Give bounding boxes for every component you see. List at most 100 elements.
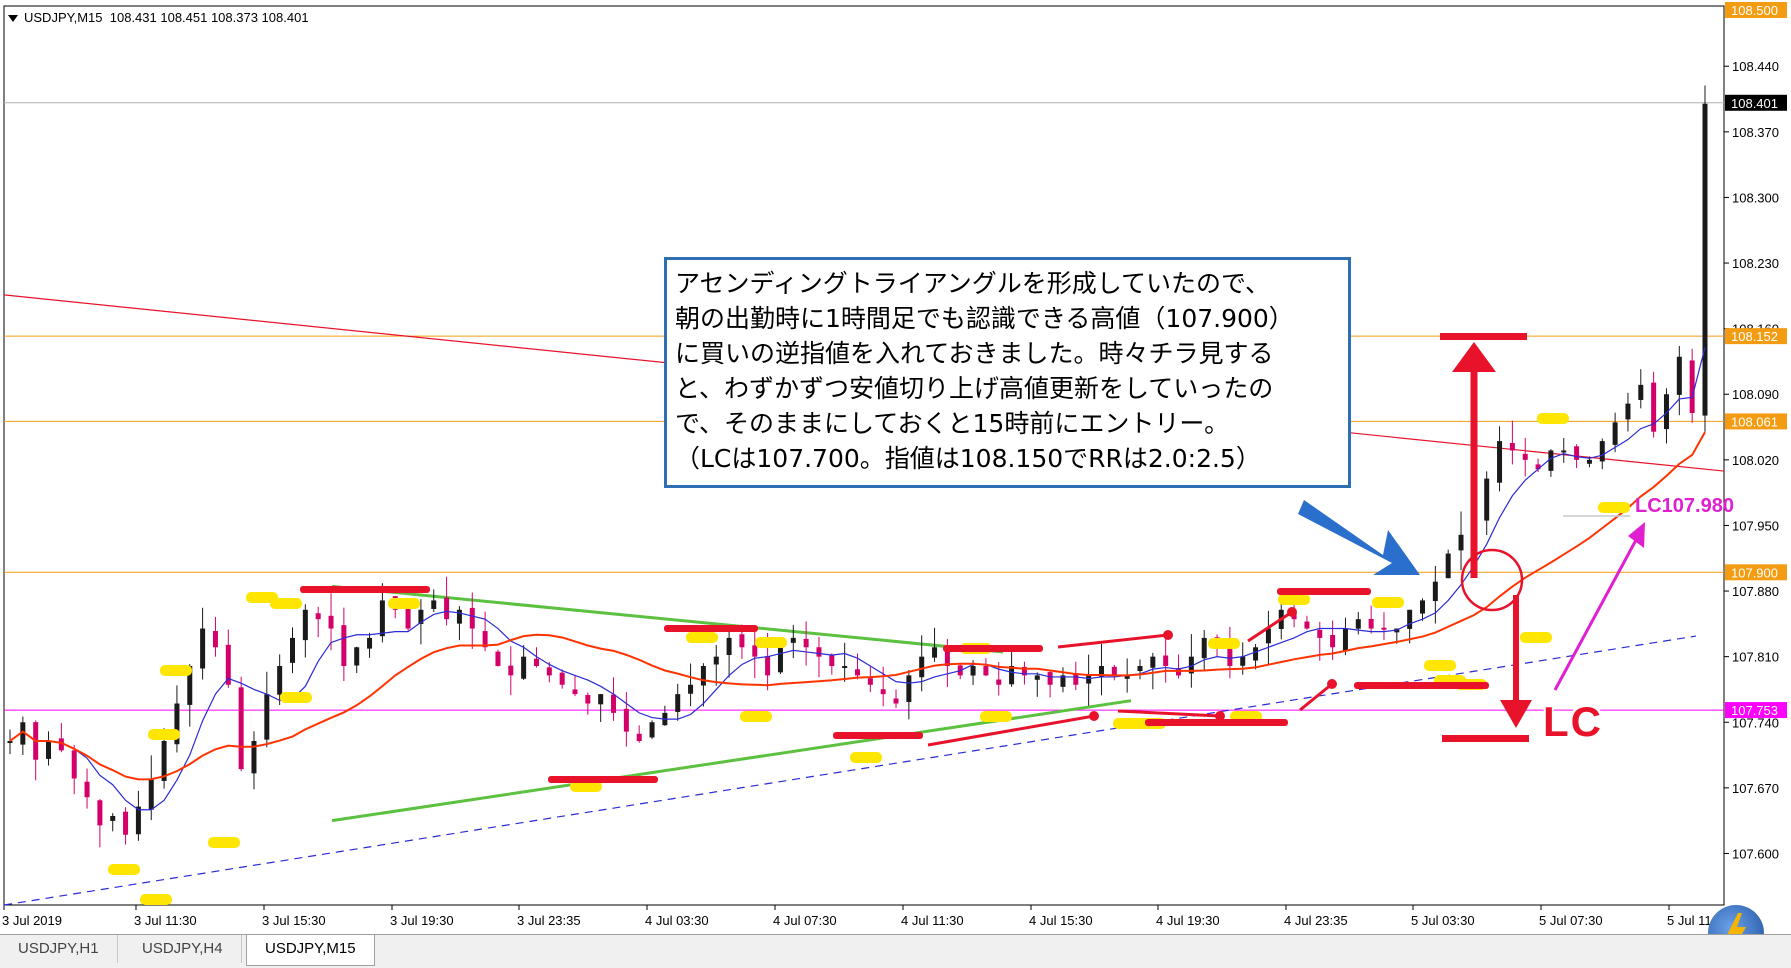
y-tick-label: 107.810 [1732,650,1779,665]
candle-body [405,608,411,629]
candle-body [354,647,360,666]
candle-body [1111,666,1117,676]
y-tick-label: 107.670 [1732,781,1779,796]
candle-body [264,694,270,740]
candle-body [431,600,437,609]
lc-target-label: LC107.980 [1635,495,1734,517]
swing-marker [1520,632,1552,643]
candle-body [1265,628,1271,644]
swing-marker [1208,638,1240,649]
candle-body [1625,403,1631,420]
candle-body [212,631,218,648]
candle-body [752,645,758,657]
candle-body [1484,478,1490,521]
candle-body [341,625,347,667]
candle-body [1304,621,1310,629]
candle-body [1522,453,1528,460]
candle-body [996,679,1002,685]
candle-body [1599,441,1605,462]
lc-label: LC [1543,698,1603,745]
y-tick-label: 108.300 [1732,190,1779,205]
candle-body [328,615,334,629]
y-tick-label: 107.600 [1732,846,1779,861]
green-trendline [331,584,1004,654]
price-tag-label: 108.061 [1731,414,1778,429]
candle-body [1702,103,1708,416]
chart-title: USDJPY,M15 108.431 108.451 108.373 108.4… [8,10,309,25]
candle-body [7,740,13,743]
y-tick-label: 108.370 [1732,125,1779,140]
red-arrow-head [1215,711,1225,721]
annotation-line: （LCは107.700。指値は108.150でRRは2.0:2.5） [675,444,1261,473]
candle-body [790,637,796,643]
candle-body [200,628,206,669]
candle-body [739,634,745,648]
candle-body [444,597,450,620]
candle-body [1342,628,1348,652]
tab-usdjpy-m15[interactable]: USDJPY,M15 [246,935,375,966]
annotation-box: アセンディングトライアングルを形成していたので、 朝の出勤時に1時間足でも認識で… [664,257,1351,488]
magenta-arrowhead-icon [1628,522,1645,548]
red-arrow-line [1299,682,1333,712]
candle-body [816,647,822,657]
candle-body [1574,446,1580,460]
swing-marker [686,632,718,643]
candle-body [675,694,681,712]
red-arrow-head [1163,630,1173,640]
x-tick-label: 4 Jul 19:30 [1156,913,1220,928]
x-tick-label: 3 Jul 2019 [2,913,62,928]
candle-body [1034,675,1040,680]
candle-body [1548,450,1554,471]
magenta-arrow-line [1553,539,1638,691]
collapse-triangle-icon[interactable] [8,15,18,23]
x-tick-label: 5 Jul 07:30 [1539,913,1603,928]
candle-body [1638,384,1644,400]
red-arrow-head [1327,679,1337,689]
red-arrow-line [1057,633,1169,649]
resistance-bar [943,645,1043,652]
blue-arrow-icon [1298,500,1420,575]
candle-body [290,637,295,663]
candle-body [71,750,77,779]
candle-body [777,647,783,673]
swing-marker [270,598,302,609]
annotation-line: と、わずかずつ安値切り上げ高値更新をしていったの [675,374,1274,403]
annotation-line: アセンディングトライアングルを形成していたので、 [675,269,1271,298]
x-tick-label: 3 Jul 11:30 [134,913,197,928]
candle-body [148,778,154,810]
tab-usdjpy-h1[interactable]: USDJPY,H1 [0,935,118,963]
price-tag-label: 108.152 [1731,329,1778,344]
price-tag-label: 107.753 [1731,703,1778,718]
candle-body [533,658,539,667]
resistance-bar [300,586,430,593]
swing-marker [1598,502,1630,513]
candle-body [97,800,103,826]
candle-body [1368,618,1374,629]
y-tick-label: 107.880 [1732,584,1779,599]
candle-body [1086,675,1092,684]
tab-usdjpy-h4[interactable]: USDJPY,H4 [124,935,242,963]
candle-body [1420,600,1425,614]
swing-marker [160,665,192,676]
stop-bar [1442,735,1529,742]
candle-body [46,740,52,759]
swing-marker [1372,597,1404,608]
candle-body [932,647,938,658]
entry-circle [1460,548,1524,612]
candle-body [84,781,90,798]
annotation-line: に買いの逆指値を入れておきました。時々チラ見する [675,339,1274,368]
swing-marker [208,837,240,848]
candle-body [1047,672,1053,685]
candle-body [1689,360,1695,413]
candle-body [469,607,475,629]
candle-body [867,678,873,685]
candle-body [315,613,321,620]
x-tick-label: 5 Jul 03:30 [1411,913,1475,928]
candle-body [829,654,835,667]
candle-body [302,609,308,641]
swing-marker [755,637,787,648]
candle-body [1676,356,1682,395]
x-tick-label: 4 Jul 23:35 [1284,913,1348,928]
candle-body [1497,441,1503,483]
swing-marker [1537,413,1569,424]
